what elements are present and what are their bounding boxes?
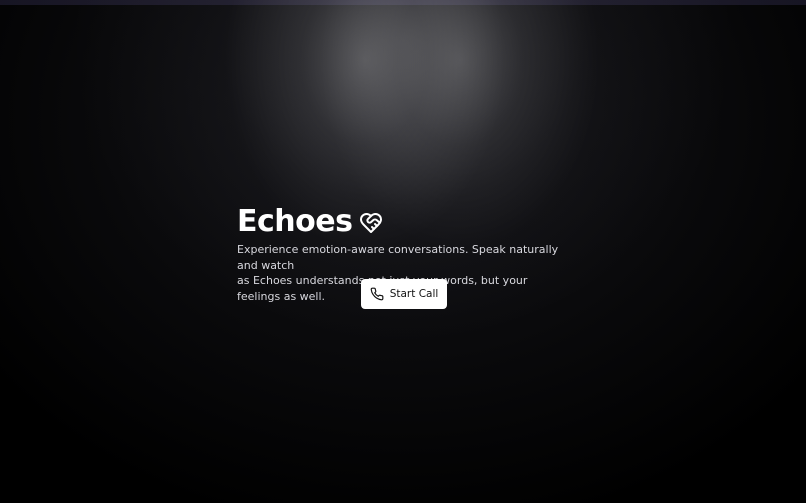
phone-icon xyxy=(370,287,384,301)
start-call-label: Start Call xyxy=(389,288,439,300)
actions: Start Call xyxy=(361,279,447,309)
app-stage: Echoes Experience emotion-aware conversa… xyxy=(0,0,806,503)
title-row: Echoes xyxy=(237,202,577,242)
top-bar xyxy=(0,0,806,5)
start-call-button[interactable]: Start Call xyxy=(361,279,447,309)
hero-description-line-1: Experience emotion-aware conversations. … xyxy=(237,243,559,272)
heart-handshake-icon xyxy=(359,211,383,235)
page-title: Echoes xyxy=(237,204,353,239)
